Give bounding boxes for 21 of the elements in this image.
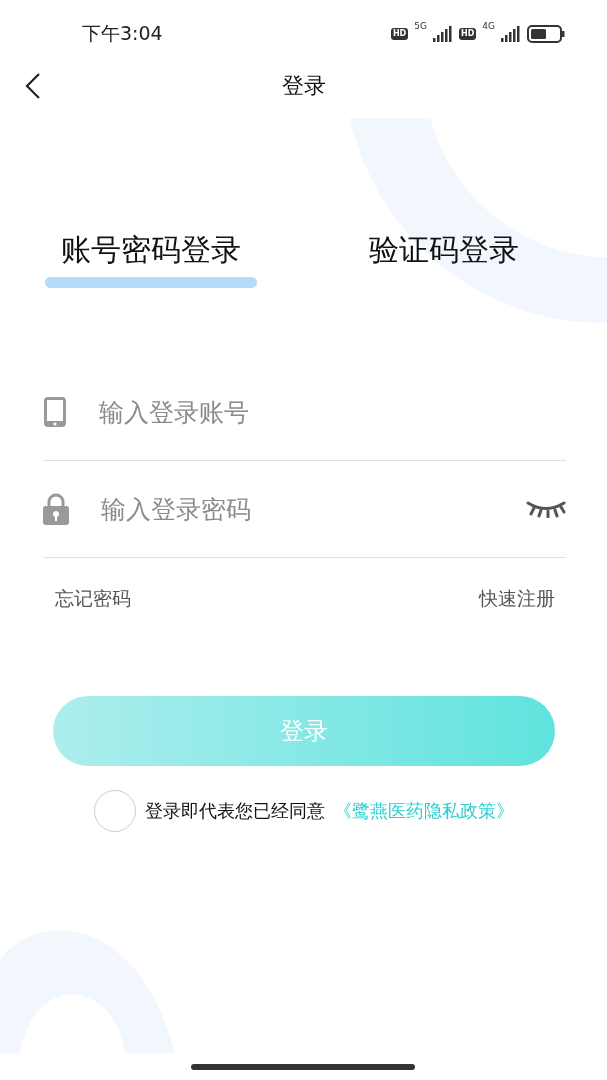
back-icon[interactable] xyxy=(24,72,42,100)
page-title: 登录 xyxy=(281,72,326,100)
closed-eye-icon[interactable] xyxy=(526,500,566,518)
password-field[interactable]: 输入登录密码 xyxy=(99,493,526,525)
hd-badge: HD xyxy=(390,28,409,40)
status-time: 下午3:04 xyxy=(82,21,163,46)
forgot-password-link[interactable]: 忘记密码 xyxy=(55,586,131,612)
agree-checkbox[interactable] xyxy=(94,790,136,832)
signal-icon xyxy=(501,26,521,42)
account-field[interactable]: 输入登录账号 xyxy=(97,396,566,428)
phone-icon xyxy=(43,396,67,428)
network-type: 4G xyxy=(482,21,495,31)
lock-icon xyxy=(43,493,69,525)
register-link[interactable]: 快速注册 xyxy=(479,586,555,612)
battery-icon xyxy=(527,25,565,43)
signal-icon xyxy=(432,26,453,42)
hd-badge: HD xyxy=(458,28,477,40)
login-tab[interactable]: 账号密码登录 xyxy=(45,230,257,288)
network-type: 5G xyxy=(414,21,427,31)
login-tab[interactable]: 验证码登录 xyxy=(353,230,535,288)
agreement-text: 登录即代表您已经同意 xyxy=(145,799,325,823)
